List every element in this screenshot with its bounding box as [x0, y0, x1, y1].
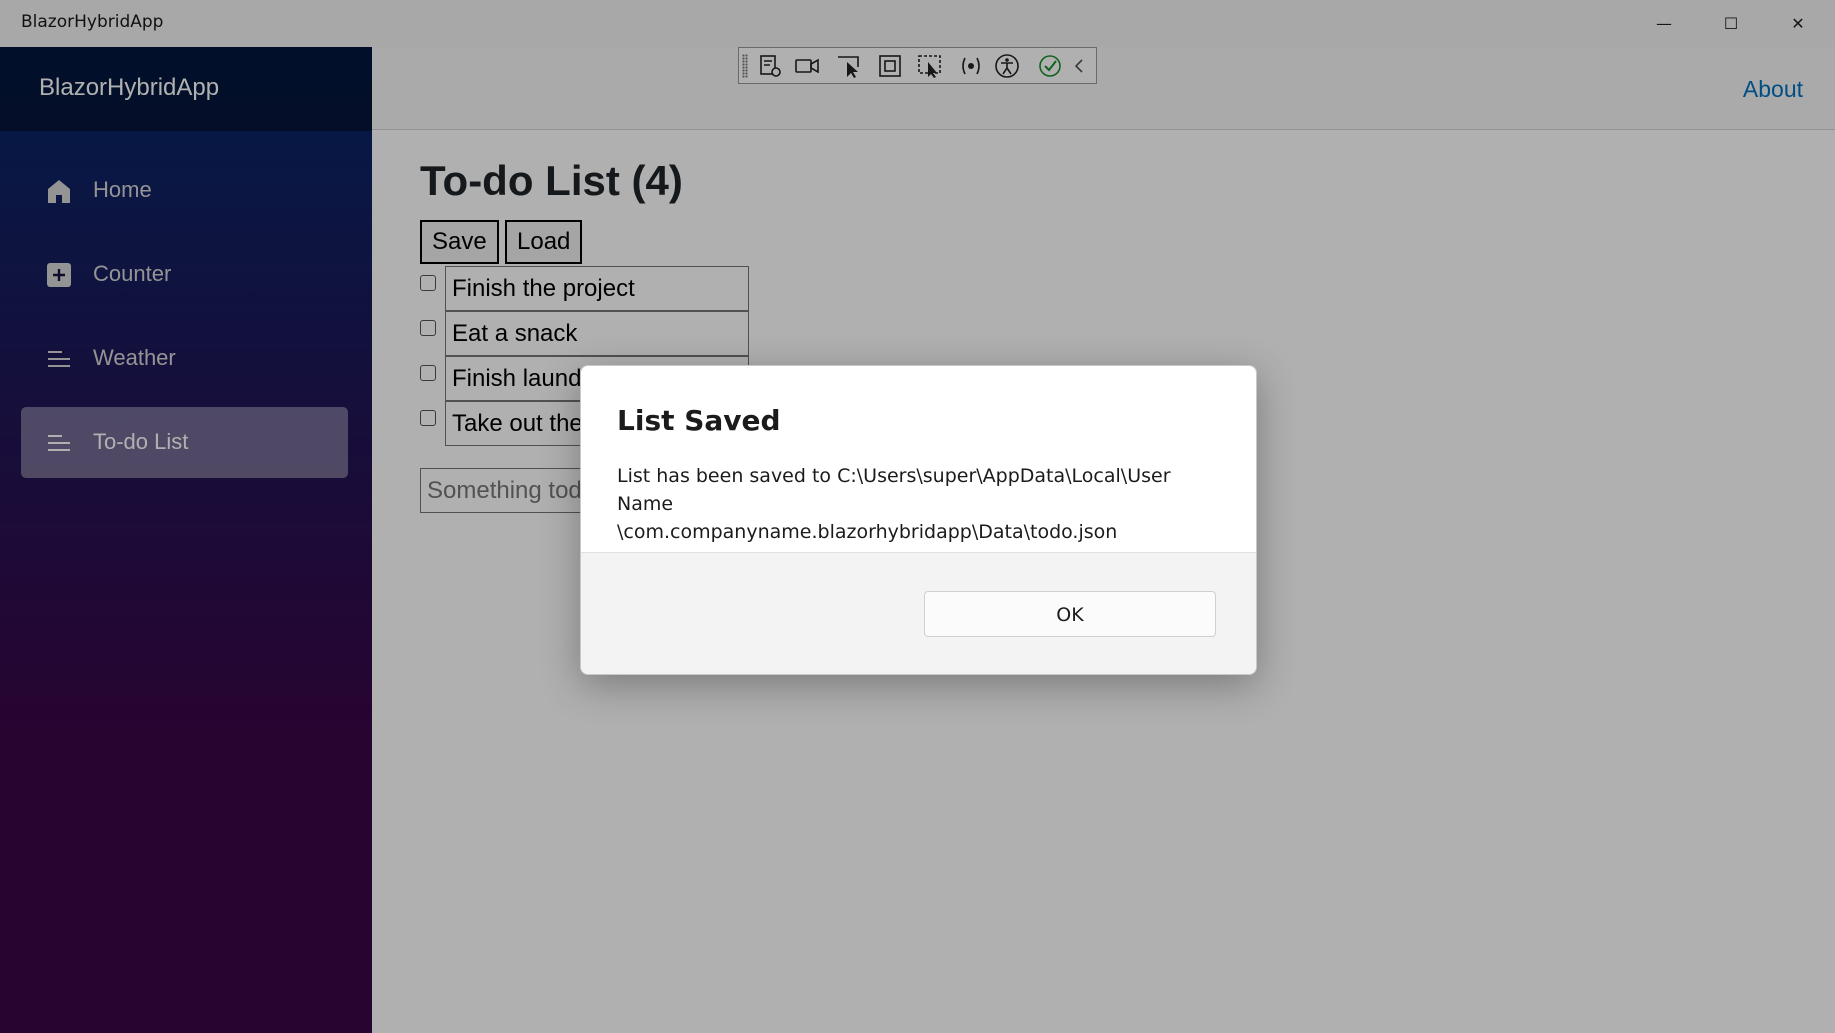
dialog-title: List Saved [617, 404, 781, 437]
dialog-message: List has been saved to C:\Users\super\Ap… [617, 462, 1227, 546]
ok-button[interactable]: OK [924, 591, 1216, 637]
dialog-message-line: List has been saved to C:\Users\super\Ap… [617, 465, 1171, 515]
dialog-footer: OK [581, 552, 1256, 674]
dialog-message-line: \com.companyname.blazorhybridapp\Data\to… [617, 521, 1118, 543]
message-dialog: List Saved List has been saved to C:\Use… [580, 365, 1257, 675]
